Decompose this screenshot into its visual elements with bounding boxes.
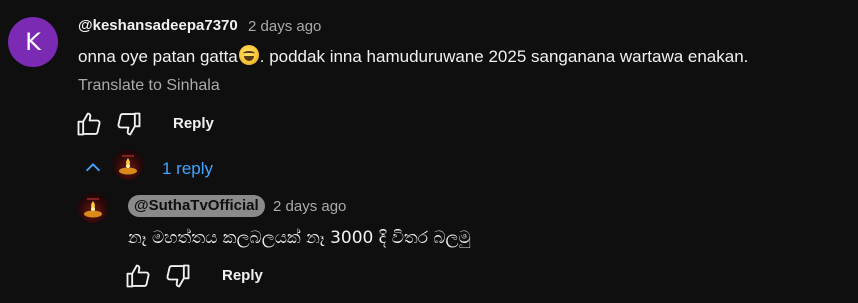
thumbs-down-icon — [117, 112, 141, 136]
reply-reply-button[interactable]: Reply — [222, 267, 263, 284]
reply-author-badge[interactable]: @SuthaTvOfficial — [128, 195, 265, 217]
comment-author[interactable]: @keshansadeepa7370 — [78, 17, 238, 34]
reply-timestamp[interactable]: 2 days ago — [273, 198, 346, 215]
translate-button[interactable]: Translate to Sinhala — [78, 77, 220, 95]
reply-like-button[interactable] — [124, 262, 152, 290]
replies-count-link[interactable]: 1 reply — [162, 159, 213, 179]
comment-text-part2: . poddak inna hamuduruwane 2025 sanganan… — [259, 47, 749, 66]
reply-button[interactable]: Reply — [173, 115, 214, 132]
replies-toggle-button[interactable] — [82, 157, 104, 179]
oil-lamp-logo-icon — [84, 198, 102, 218]
comment-text: onna oye patan gatta . poddak inna hamudu… — [78, 45, 748, 67]
reply-text: නෑ මහත්තය කලබලයක් නෑ 3000 දි විතර බලමු — [128, 228, 471, 248]
reply-author-avatar[interactable] — [78, 193, 108, 223]
commenter-avatar[interactable]: K — [8, 17, 58, 67]
laughing-emoji-icon — [238, 45, 259, 65]
comment-timestamp[interactable]: 2 days ago — [248, 18, 321, 35]
reply-author-mini-avatar — [113, 150, 143, 180]
thumbs-up-icon — [126, 264, 150, 288]
dislike-button[interactable] — [115, 110, 143, 138]
oil-lamp-logo-icon — [119, 155, 137, 175]
comment-text-part1: onna oye patan gatta — [78, 47, 238, 66]
thumbs-up-icon — [77, 112, 101, 136]
chevron-up-icon — [85, 163, 101, 172]
like-button[interactable] — [75, 110, 103, 138]
reply-dislike-button[interactable] — [164, 262, 192, 290]
thumbs-down-icon — [166, 264, 190, 288]
